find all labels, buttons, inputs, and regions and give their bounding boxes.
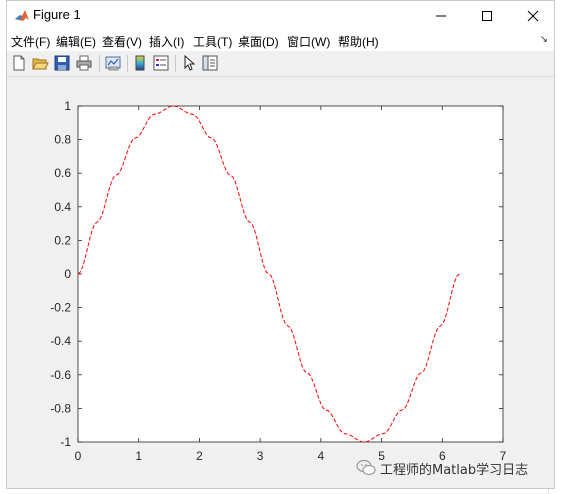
y-tick-label: 0.2 [54,233,71,247]
y-tick-label: 0.8 [54,133,71,147]
y-tick-label: -0.6 [50,368,71,382]
y-tick-label: -0.8 [50,401,71,415]
watermark-text: 工程师的Matlab学习日志 [380,462,529,478]
y-tick-label: -0.4 [50,334,71,348]
y-tick-label: -1 [60,435,71,449]
plot-area[interactable]: 01234567 -1-0.8-0.6-0.4-0.200.20.40.60.8… [0,0,563,494]
x-tick-label: 2 [196,449,203,463]
y-tick-label: -0.2 [50,301,71,315]
y-tick-label: 0.6 [54,166,71,180]
y-tick-label: 0 [64,267,71,281]
x-tick-label: 1 [135,449,142,463]
y-tick-label: 1 [64,99,71,113]
axes-background [77,105,504,443]
watermark: 工程师的Matlab学习日志 [356,455,528,481]
wechat-icon [356,459,376,476]
y-tick-label: 0.4 [54,200,71,214]
x-tick-label: 4 [318,449,325,463]
x-tick-label: 0 [75,449,82,463]
x-tick-label: 3 [257,449,264,463]
